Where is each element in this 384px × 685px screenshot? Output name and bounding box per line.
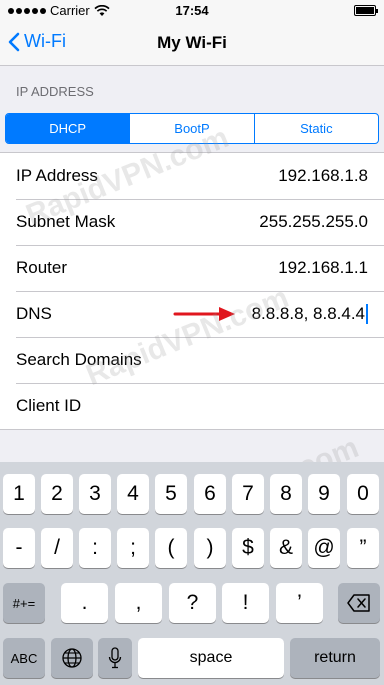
segment-dhcp[interactable]: DHCP [6, 114, 131, 143]
key[interactable]: ; [117, 528, 149, 568]
space-key[interactable]: space [138, 638, 284, 678]
table-row-ip-address: IP Address 192.168.1.8 [0, 153, 384, 199]
key[interactable]: 8 [270, 474, 302, 514]
key[interactable]: 3 [79, 474, 111, 514]
key[interactable]: . [61, 583, 108, 623]
key[interactable]: 5 [155, 474, 187, 514]
dns-field-value: 8.8.8.8, 8.8.4.4 [251, 303, 365, 323]
key[interactable]: 0 [347, 474, 379, 514]
key[interactable]: $ [232, 528, 264, 568]
table-row-search-domains[interactable]: Search Domains [0, 337, 384, 383]
ip-mode-segmented-control: DHCP BootP Static [5, 113, 379, 144]
row-label: Client ID [16, 396, 82, 415]
row-label: IP Address [16, 166, 98, 185]
key[interactable]: ! [222, 583, 269, 623]
key[interactable]: 2 [41, 474, 73, 514]
status-bar: Carrier 17:54 [0, 0, 384, 22]
status-time: 17:54 [175, 3, 209, 18]
globe-key[interactable] [51, 638, 93, 678]
table-row-router: Router 192.168.1.1 [0, 245, 384, 291]
key[interactable]: 9 [308, 474, 340, 514]
key[interactable]: 6 [194, 474, 226, 514]
key[interactable]: 7 [232, 474, 264, 514]
dictation-key[interactable] [98, 638, 132, 678]
segment-bootp[interactable]: BootP [130, 114, 255, 143]
ip-settings-table: IP Address 192.168.1.8 Subnet Mask 255.2… [0, 152, 384, 430]
key[interactable]: : [79, 528, 111, 568]
key[interactable]: ) [194, 528, 226, 568]
row-value: 192.168.1.1 [278, 258, 368, 277]
table-row-client-id[interactable]: Client ID [0, 383, 384, 429]
symbols-toggle-key[interactable]: #+= [3, 583, 45, 623]
page-title: My Wi-Fi [157, 33, 227, 52]
key[interactable]: ” [347, 528, 379, 568]
table-row-subnet-mask: Subnet Mask 255.255.255.0 [0, 199, 384, 245]
row-label: Router [16, 258, 68, 277]
key[interactable]: 4 [117, 474, 149, 514]
abc-key[interactable]: ABC [3, 638, 45, 678]
segment-static[interactable]: Static [255, 114, 378, 143]
navigation-bar: Wi-Fi My Wi-Fi [0, 22, 384, 66]
microphone-icon [108, 647, 122, 669]
key[interactable]: , [115, 583, 162, 623]
key[interactable]: / [41, 528, 73, 568]
row-value: 255.255.255.0 [259, 212, 368, 231]
key[interactable]: 1 [3, 474, 35, 514]
backspace-key[interactable] [338, 583, 380, 623]
row-label: Subnet Mask [16, 212, 116, 231]
dns-field[interactable]: 8.8.8.8, 8.8.4.4 [252, 304, 368, 325]
key[interactable]: ’ [276, 583, 323, 623]
red-arrow-icon [173, 307, 235, 321]
row-label: Search Domains [16, 350, 142, 369]
battery-icon [354, 5, 378, 16]
return-key[interactable]: return [290, 638, 380, 678]
text-cursor [366, 304, 368, 325]
key[interactable]: - [3, 528, 35, 568]
key[interactable]: @ [308, 528, 340, 568]
row-value: 192.168.1.8 [278, 166, 368, 185]
key[interactable]: ( [155, 528, 187, 568]
globe-icon [62, 648, 82, 668]
backspace-icon [347, 594, 370, 612]
key[interactable]: ? [169, 583, 216, 623]
battery-fill [356, 7, 374, 14]
table-row-dns[interactable]: DNS 8.8.8.8, 8.8.4.4 [0, 291, 384, 337]
key[interactable]: & [270, 528, 302, 568]
section-header: IP ADDRESS [16, 84, 94, 99]
numeric-keyboard: 1 2 3 4 5 6 7 8 9 0 - / : ; ( ) $ & @ ” … [0, 462, 384, 685]
